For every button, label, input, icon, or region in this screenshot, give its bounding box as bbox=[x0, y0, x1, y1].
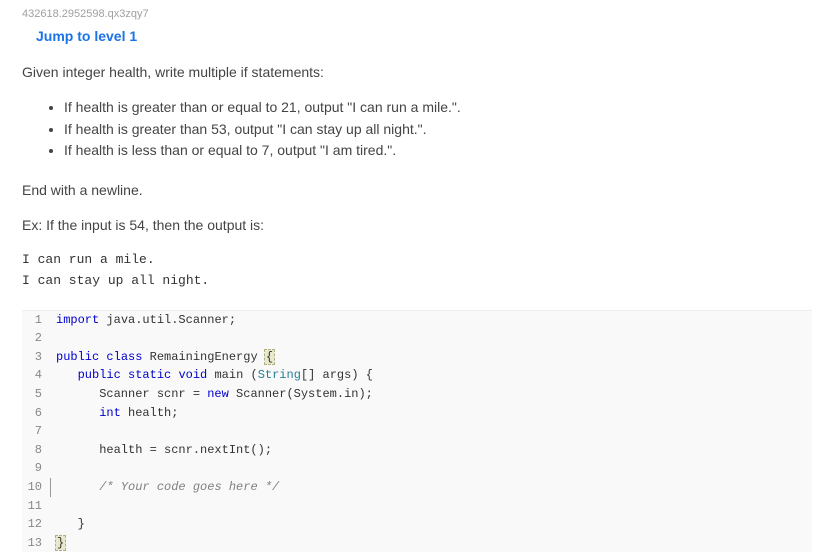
code-line[interactable]: health = scnr.nextInt(); bbox=[50, 441, 272, 460]
code-row[interactable]: 3public class RemainingEnergy { bbox=[22, 348, 812, 367]
line-number: 13 bbox=[22, 534, 50, 553]
line-number: 11 bbox=[22, 497, 50, 516]
line-number: 1 bbox=[22, 311, 50, 330]
line-number: 6 bbox=[22, 404, 50, 423]
list-item: If health is less than or equal to 7, ou… bbox=[64, 140, 812, 162]
code-row[interactable]: 12 } bbox=[22, 515, 812, 534]
intro-text: Given integer health, write multiple if … bbox=[22, 62, 812, 83]
code-line[interactable] bbox=[50, 459, 63, 478]
line-number: 8 bbox=[22, 441, 50, 460]
code-line[interactable]: } bbox=[50, 534, 65, 553]
code-line[interactable]: int health; bbox=[50, 404, 178, 423]
code-line[interactable]: public static void main (String[] args) … bbox=[50, 366, 373, 385]
code-row[interactable]: 8 health = scnr.nextInt(); bbox=[22, 441, 812, 460]
code-row[interactable]: 13} bbox=[22, 534, 812, 553]
code-row[interactable]: 5 Scanner scnr = new Scanner(System.in); bbox=[22, 385, 812, 404]
code-row[interactable]: 4 public static void main (String[] args… bbox=[22, 366, 812, 385]
code-line[interactable]: import java.util.Scanner; bbox=[50, 311, 236, 330]
line-number: 2 bbox=[22, 329, 50, 348]
code-row[interactable]: 9 bbox=[22, 459, 812, 478]
code-editor[interactable]: 1import java.util.Scanner;2 3public clas… bbox=[22, 310, 812, 553]
code-line[interactable]: public class RemainingEnergy { bbox=[50, 348, 274, 367]
code-line[interactable]: Scanner scnr = new Scanner(System.in); bbox=[50, 385, 373, 404]
code-row[interactable]: 11 bbox=[22, 497, 812, 516]
question-id: 432618.2952598.qx3zqy7 bbox=[22, 8, 812, 20]
line-number: 5 bbox=[22, 385, 50, 404]
code-row[interactable]: 6 int health; bbox=[22, 404, 812, 423]
code-line[interactable] bbox=[50, 329, 63, 348]
end-instruction: End with a newline. bbox=[22, 180, 812, 201]
list-item: If health is greater than or equal to 21… bbox=[64, 97, 812, 119]
code-line[interactable]: /* Your code goes here */ bbox=[50, 478, 279, 497]
example-output: I can run a mile. I can stay up all nigh… bbox=[22, 250, 812, 292]
list-item: If health is greater than 53, output "I … bbox=[64, 119, 812, 141]
code-line[interactable] bbox=[50, 422, 63, 441]
line-number: 10 bbox=[22, 478, 50, 497]
jump-to-level-link[interactable]: Jump to level 1 bbox=[36, 28, 137, 44]
code-row[interactable]: 10 /* Your code goes here */ bbox=[22, 478, 812, 497]
code-line[interactable] bbox=[50, 497, 63, 516]
example-prefix: Ex: If the input is 54, then the output … bbox=[22, 215, 812, 236]
code-line[interactable]: } bbox=[50, 515, 85, 534]
code-row[interactable]: 2 bbox=[22, 329, 812, 348]
code-row[interactable]: 1import java.util.Scanner; bbox=[22, 311, 812, 330]
line-number: 3 bbox=[22, 348, 50, 367]
line-number: 12 bbox=[22, 515, 50, 534]
line-number: 4 bbox=[22, 366, 50, 385]
line-number: 9 bbox=[22, 459, 50, 478]
code-row[interactable]: 7 bbox=[22, 422, 812, 441]
requirements-list: If health is greater than or equal to 21… bbox=[64, 97, 812, 162]
line-number: 7 bbox=[22, 422, 50, 441]
